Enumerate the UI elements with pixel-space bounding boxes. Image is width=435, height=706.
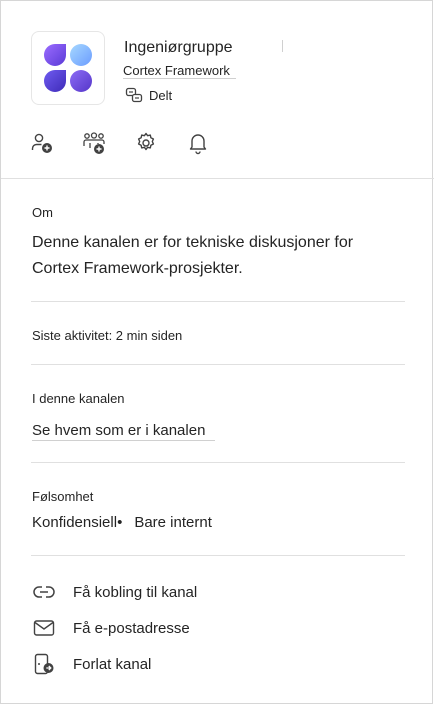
shared-label: Delt <box>149 87 173 103</box>
shared-indicator: Delt <box>125 87 172 103</box>
members-label: I denne kanalen <box>32 391 125 406</box>
divider <box>31 462 405 463</box>
get-channel-link-item[interactable]: Få kobling til kanal <box>33 581 197 603</box>
menu-item-label: Få e-postadresse <box>73 619 190 637</box>
divider <box>31 364 405 365</box>
settings-button[interactable] <box>132 129 160 157</box>
last-activity: Siste aktivitet: 2 min siden <box>32 328 183 343</box>
link-icon <box>33 581 55 603</box>
channel-logo-icon <box>44 44 92 92</box>
sensitivity-row: Konfidensiell • Bare internt <box>32 514 404 531</box>
channel-title: Ingeniørgruppe <box>124 39 233 56</box>
view-members-link[interactable]: Se hvem som er i kanalen <box>32 422 216 441</box>
about-label: Om <box>32 205 53 220</box>
mail-icon <box>33 617 55 639</box>
menu-item-label: Forlat kanal <box>73 655 152 673</box>
bell-icon <box>189 134 207 155</box>
header-divider <box>1 178 434 179</box>
sensitivity-section: Følsomhet Konfidensiell • Bare internt <box>32 489 404 531</box>
sensitivity-detail: Bare internt <box>134 514 212 531</box>
add-team-button[interactable] <box>80 129 108 157</box>
about-text-line-2: Cortex Framework-prosjekter. <box>32 260 243 277</box>
text-cursor <box>282 40 283 52</box>
sensitivity-label: Følsomhet <box>32 489 94 504</box>
leave-channel-item[interactable]: Forlat kanal <box>33 653 151 675</box>
add-person-icon <box>31 133 52 153</box>
action-bar <box>28 129 212 157</box>
team-name[interactable]: Cortex Framework <box>123 64 236 79</box>
shared-channel-icon <box>125 87 143 103</box>
divider <box>31 555 405 556</box>
get-email-address-item[interactable]: Få e-postadresse <box>33 617 190 639</box>
sensitivity-separator: • <box>117 514 123 531</box>
channel-info-card: Ingeniørgruppe Cortex Framework Delt Om … <box>0 0 434 704</box>
leave-icon <box>33 653 55 675</box>
menu-item-label: Få kobling til kanal <box>73 583 198 601</box>
members-section: I denne kanalen Se hvem som er i kanalen <box>32 391 404 441</box>
about-description: Denne kanalen er for tekniske diskusjone… <box>32 230 404 282</box>
gear-icon <box>137 132 155 151</box>
divider <box>31 301 405 302</box>
notifications-button[interactable] <box>184 129 212 157</box>
channel-header: Ingeniørgruppe Cortex Framework Delt <box>1 1 432 179</box>
activity-section: Siste aktivitet: 2 min siden <box>32 328 404 343</box>
about-section: Om Denne kanalen er for tekniske diskusj… <box>32 205 404 282</box>
sensitivity-value[interactable]: Konfidensiell <box>32 514 117 531</box>
channel-avatar <box>31 31 105 105</box>
about-text-line-1: Denne kanalen er for tekniske diskusjone… <box>32 234 354 251</box>
add-member-button[interactable] <box>28 129 56 157</box>
add-team-icon <box>83 132 105 154</box>
